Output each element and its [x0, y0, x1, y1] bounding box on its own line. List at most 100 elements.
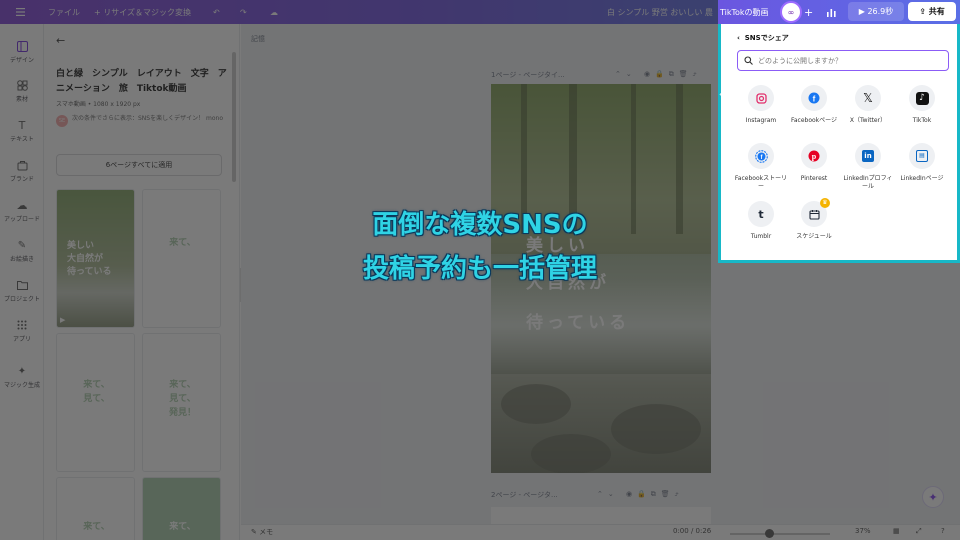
template-thumbnail[interactable]: 来て、 — [56, 477, 135, 540]
sns-label: TikTok — [912, 117, 932, 124]
rail-item-design[interactable]: デザイン — [0, 32, 44, 72]
page-toolbar-icons[interactable]: ⌃⌄ ◉🔒⧉🗑⤴ — [615, 70, 702, 79]
svg-text:f: f — [813, 94, 816, 103]
share-pinterest[interactable]: p Pinterest — [787, 143, 841, 183]
page2-label[interactable]: 2ページ - ページタ... — [491, 490, 558, 500]
redo-icon[interactable]: ↷ — [240, 0, 247, 24]
shapes-icon — [15, 79, 29, 91]
template-thumbnail[interactable]: 来て、 見て、 — [56, 333, 135, 472]
headline-line-1: 面倒な複数SNSの — [372, 210, 588, 240]
popup-title: SNSでシェア — [744, 34, 789, 42]
upload-icon: ⇪ — [919, 7, 926, 16]
thumb-text: 来て、 — [169, 522, 196, 532]
play-icon: ▶ — [60, 316, 66, 324]
linkedin-page-icon: ▤ — [909, 143, 935, 169]
panel-scrollbar[interactable] — [232, 52, 236, 182]
notes-button[interactable]: ✎ メモ — [251, 527, 273, 537]
template-title: 白と緑 シンプル レイアウト 文字 アニメーション 旅 Tiktok動画 — [56, 69, 227, 94]
document-title[interactable]: 白 シンプル 野営 おいしい 農 — [607, 0, 713, 24]
rail-item-label: テキスト — [10, 136, 34, 143]
instagram-icon — [748, 85, 774, 111]
share-linkedin-page[interactable]: ▤ LinkedInページ — [895, 143, 949, 183]
zoom-level[interactable]: 37% — [855, 527, 871, 535]
hamburger-icon[interactable] — [16, 0, 25, 24]
sns-label: Facebookページ — [790, 117, 838, 124]
rail-item-text[interactable]: T テキスト — [0, 111, 44, 151]
chevron-left-icon[interactable]: ‹ — [719, 90, 723, 100]
resize-button[interactable]: + リサイズ＆マジック変換 — [94, 0, 191, 24]
search-placeholder: どのように公開しますか？ — [758, 56, 842, 65]
chevron-left-icon[interactable]: ‹ — [737, 34, 740, 42]
publish-search-input[interactable]: どのように公開しますか？ — [737, 50, 949, 71]
x-twitter-icon: 𝕏 — [855, 85, 881, 111]
linkedin-icon: in — [855, 143, 881, 169]
avatar[interactable]: ∞ — [780, 1, 802, 23]
brand-icon — [15, 159, 29, 171]
thumb-text: 来て、 見て、 発見！ — [168, 380, 196, 418]
rail-item-brand[interactable]: ブランド — [0, 151, 44, 191]
play-duration-button[interactable]: ▶ 26.9秒 — [848, 2, 904, 21]
notes-label: メモ — [259, 528, 274, 536]
share-tiktok[interactable]: ♪ TikTok — [895, 85, 949, 125]
sns-label: LinkedInプロフィール — [843, 175, 893, 190]
share-facebook-story[interactable]: f Facebookストーリー — [734, 143, 788, 191]
grid-view-icon[interactable]: ▦ — [893, 527, 900, 535]
apply-all-button[interactable]: 6ページすべてに適用 — [56, 154, 222, 176]
share-instagram[interactable]: Instagram — [734, 85, 788, 125]
creator-avatar: SE — [56, 115, 68, 127]
undo-icon[interactable]: ↶ — [213, 0, 220, 24]
canvas-text-3[interactable]: 待っている — [526, 308, 630, 333]
pinterest-icon: p — [801, 143, 827, 169]
fullscreen-icon[interactable]: ⤢ — [916, 527, 922, 536]
headline-line-2: 投稿予約も一括管理 — [362, 254, 597, 284]
tiktok-video-label: TikTokの動画 — [720, 7, 769, 17]
rail-item-apps[interactable]: アプリ — [0, 311, 44, 351]
tiktok-icon: ♪ — [909, 85, 935, 111]
layout-icon — [15, 40, 29, 52]
help-button[interactable]: ? — [941, 527, 945, 535]
notes-icon: ✎ — [251, 528, 257, 536]
share-x-twitter[interactable]: 𝕏 X（Twitter） — [841, 85, 895, 125]
zoom-slider[interactable] — [730, 529, 830, 538]
page2-toolbar-icons[interactable]: ⌃⌄ ◉🔒⧉🗑⤴ — [597, 490, 684, 499]
file-menu[interactable]: ファイル — [48, 0, 80, 24]
share-linkedin-profile[interactable]: in LinkedInプロフィール — [841, 143, 895, 191]
notes-label: 記憶 — [251, 35, 265, 43]
promo-text: SE 次の条件でさらに表示：SNSを楽しくデザイン！ mono — [56, 114, 234, 127]
arrow-left-icon[interactable]: ← — [56, 34, 65, 47]
insights-icon[interactable] — [826, 0, 837, 24]
rail-item-magic[interactable]: ✦ マジック生成 — [0, 357, 44, 397]
template-meta: スマホ動画 • 1080 x 1920 px — [56, 101, 141, 108]
play-icon: ▶ — [858, 7, 865, 16]
timecode: 0:00 / 0:26 — [673, 527, 712, 535]
page1-label[interactable]: 1ページ - ページタイ... — [491, 70, 565, 80]
popup-header[interactable]: ‹ SNSでシェア — [737, 33, 789, 43]
rail-item-label: プロジェクト — [3, 296, 40, 303]
template-thumbnail[interactable]: 来て、 — [142, 477, 221, 540]
duration-label: 26.9秒 — [867, 7, 894, 16]
cloud-save-icon: ☁ — [270, 7, 278, 17]
rail-item-elements[interactable]: 素材 — [0, 71, 44, 111]
promo-label[interactable]: 次の条件でさらに表示：SNSを楽しくデザイン！ mono — [72, 115, 223, 122]
magic-assistant-icon[interactable]: ✦ — [922, 486, 944, 508]
share-facebook-page[interactable]: f Facebookページ — [787, 85, 841, 125]
rail-item-label: マジック生成 — [3, 382, 40, 389]
thumb-text: 来て、 — [83, 522, 110, 532]
sns-label: Instagram — [745, 117, 777, 124]
rail-item-label: アプリ — [12, 336, 31, 343]
add-collaborator-icon[interactable]: + — [804, 0, 813, 24]
rail-item-label: ブランド — [9, 176, 34, 183]
share-label: 共有 — [928, 7, 945, 16]
facebook-icon: f — [801, 85, 827, 111]
magic-icon: ✦ — [17, 365, 27, 377]
sns-label: Facebookストーリー — [734, 175, 788, 190]
sns-label: X（Twitter） — [849, 117, 887, 124]
apps-icon — [15, 319, 29, 331]
facebook-story-icon: f — [748, 143, 774, 169]
thumb-text: 来て、 見て、 — [83, 380, 110, 404]
sns-label: Pinterest — [800, 175, 828, 182]
zoom-slider-knob[interactable] — [765, 529, 774, 538]
text-icon: T — [18, 118, 26, 132]
template-thumbnail[interactable]: 来て、 見て、 発見！ — [142, 333, 221, 472]
share-button[interactable]: ⇪ 共有 — [908, 2, 956, 21]
